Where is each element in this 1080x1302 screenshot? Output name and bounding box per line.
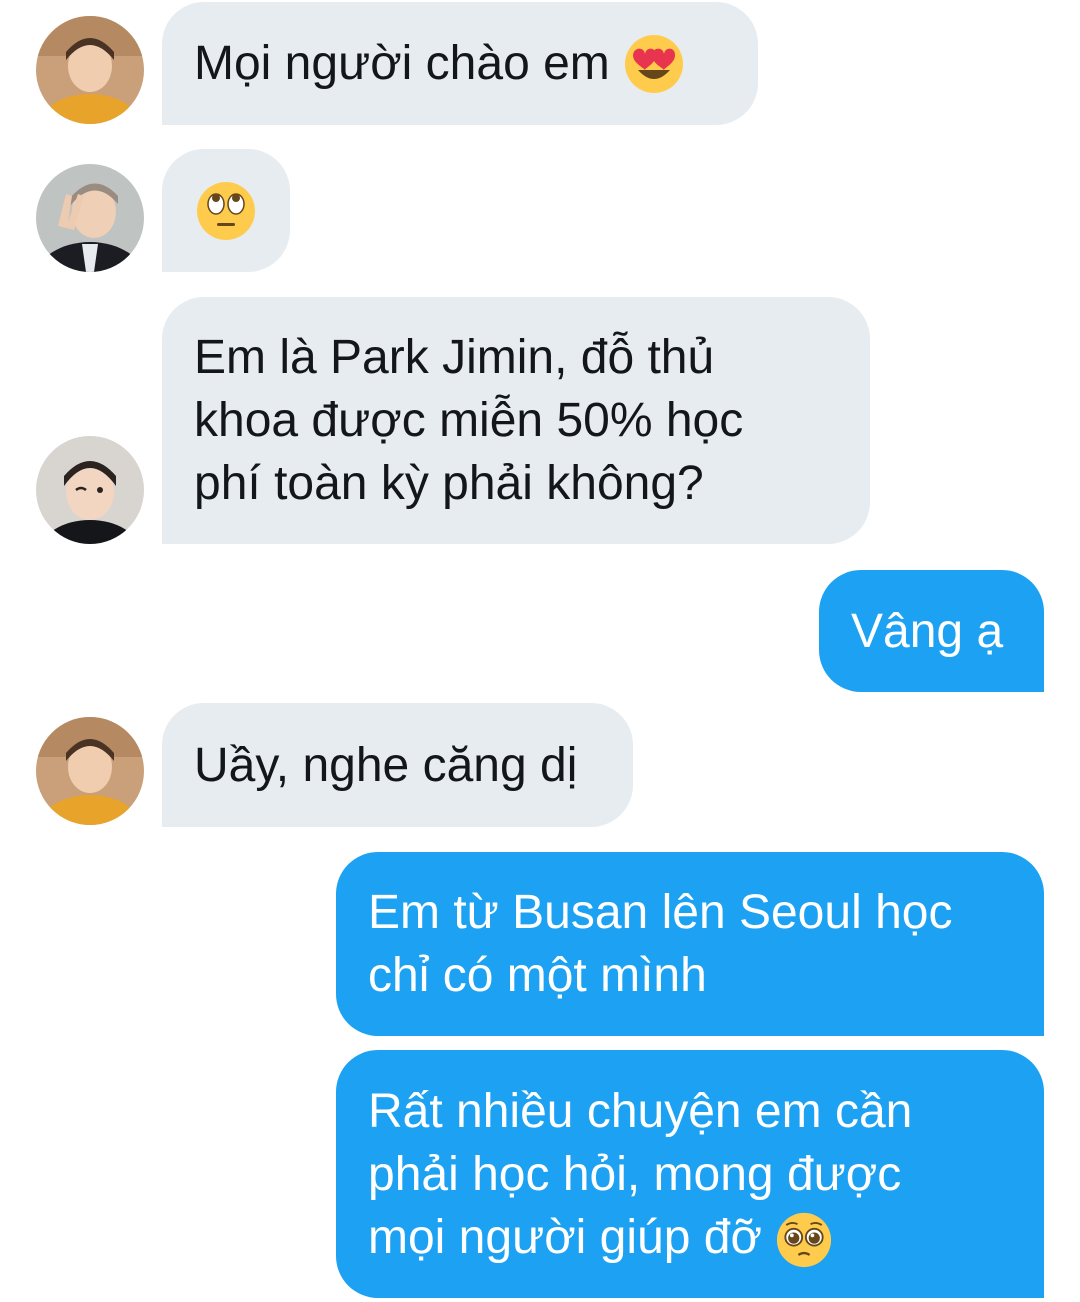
heart-eyes-emoji bbox=[624, 34, 684, 94]
eye-roll-emoji bbox=[196, 181, 256, 241]
message-content: Rất nhiều chuyện em cần phải học hỏi, mo… bbox=[368, 1080, 912, 1269]
message-bubble-outgoing[interactable]: Vâng ạ bbox=[819, 570, 1044, 692]
pleading-face-emoji bbox=[776, 1212, 832, 1268]
message-bubble-outgoing[interactable]: Rất nhiều chuyện em cần phải học hỏi, mo… bbox=[336, 1050, 1044, 1298]
avatar-orange-hoodie[interactable] bbox=[36, 16, 144, 124]
message-bubble-incoming[interactable]: Em là Park Jimin, đỗ thủ khoa được miễn … bbox=[162, 297, 870, 544]
message-text: Uầy, nghe căng dị bbox=[194, 738, 578, 792]
message-bubble-incoming[interactable] bbox=[162, 149, 290, 272]
message-text: Em là Park Jimin, đỗ thủ khoa được miễn … bbox=[194, 331, 744, 510]
message-text: Mọi người chào em bbox=[194, 37, 610, 90]
message-text: Vâng ạ bbox=[851, 604, 1004, 658]
message-text: Em từ Busan lên Seoul học chỉ có một mìn… bbox=[368, 886, 953, 1002]
message-bubble-outgoing[interactable]: Em từ Busan lên Seoul học chỉ có một mìn… bbox=[336, 852, 1044, 1036]
avatar-orange-hoodie[interactable] bbox=[36, 717, 144, 825]
avatar-peace-sign[interactable] bbox=[36, 164, 144, 272]
avatar-wink[interactable] bbox=[36, 436, 144, 544]
message-bubble-incoming[interactable]: Uầy, nghe căng dị bbox=[162, 703, 633, 827]
message-bubble-incoming[interactable]: Mọi người chào em bbox=[162, 2, 758, 125]
